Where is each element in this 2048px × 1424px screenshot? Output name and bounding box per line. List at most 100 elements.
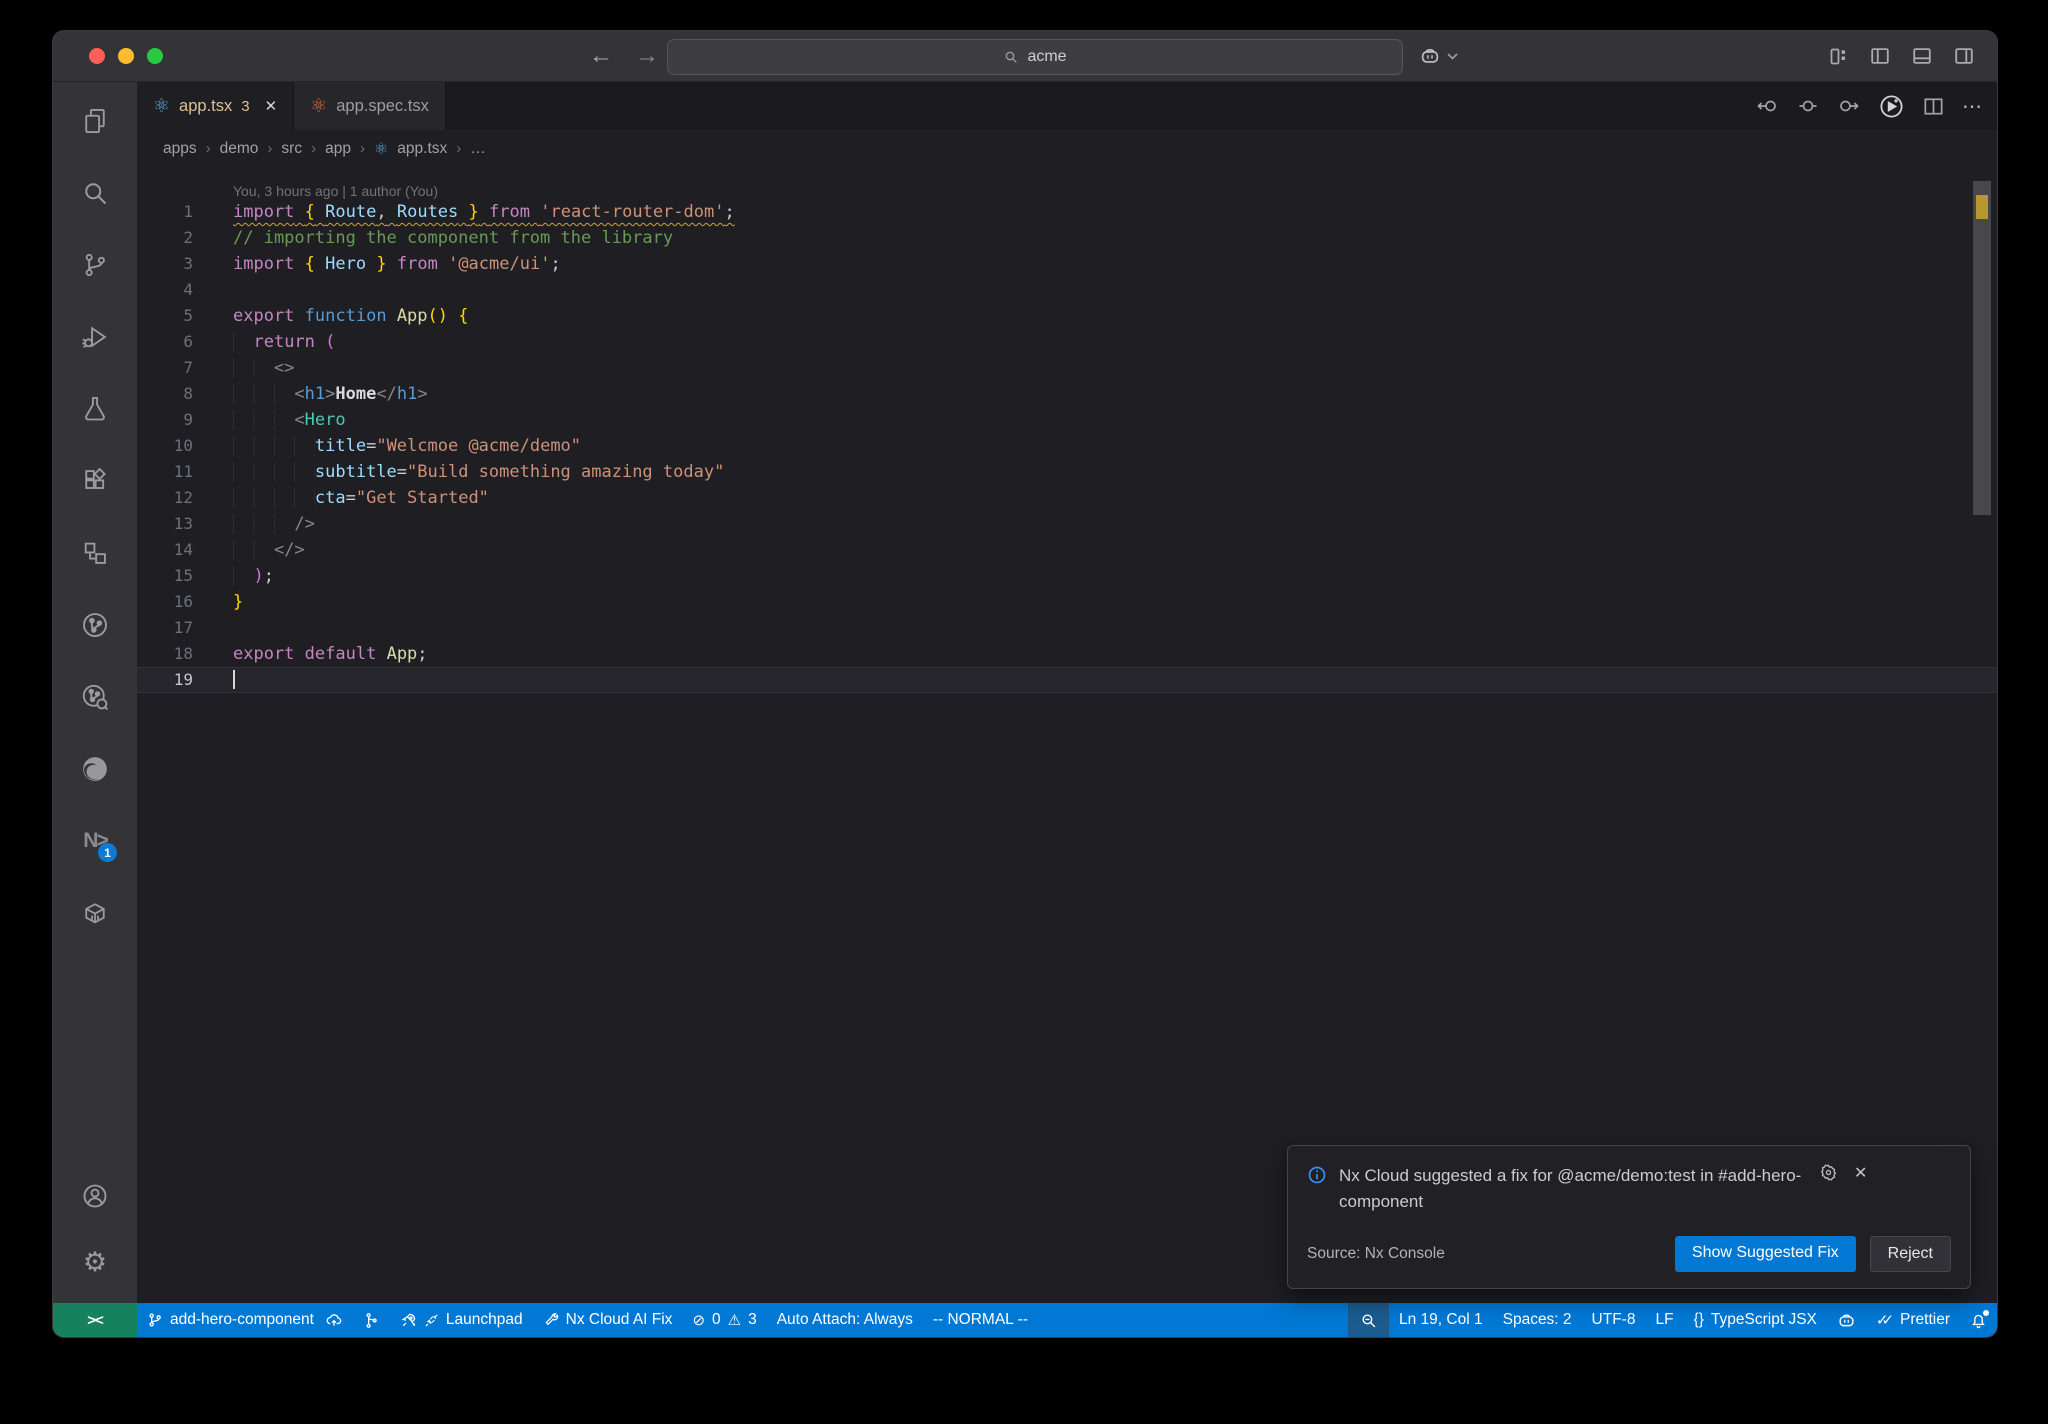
- line-number[interactable]: 19: [137, 667, 193, 693]
- line-number[interactable]: 2: [137, 225, 193, 251]
- line-number[interactable]: 18: [137, 641, 193, 667]
- minimize-window-button[interactable]: [118, 48, 134, 64]
- code-line[interactable]: 7 <>: [137, 355, 1997, 381]
- reject-button[interactable]: Reject: [1869, 1236, 1951, 1272]
- line-number[interactable]: 10: [137, 433, 193, 459]
- customize-layout-icon[interactable]: [1828, 46, 1849, 67]
- history-forward-button[interactable]: →: [635, 42, 659, 70]
- git-branch-item[interactable]: add-hero-component: [137, 1303, 353, 1337]
- code-line[interactable]: 1 import { Route, Routes } from 'react-ro…: [137, 199, 1997, 225]
- split-editor-icon[interactable]: [1922, 95, 1945, 118]
- breadcrumb-item[interactable]: demo: [220, 140, 259, 158]
- breadcrumb-item[interactable]: apps: [163, 140, 197, 158]
- code-line[interactable]: 3 import { Hero } from '@acme/ui';: [137, 251, 1997, 277]
- command-center-search[interactable]: acme: [667, 39, 1403, 75]
- problems-item[interactable]: ⊘ 0 ⚠ 3: [682, 1303, 766, 1337]
- language-mode-item[interactable]: {} TypeScript JSX: [1684, 1303, 1827, 1337]
- close-window-button[interactable]: [89, 48, 105, 64]
- code-line[interactable]: 5 export function App() {: [137, 303, 1997, 329]
- line-number[interactable]: 12: [137, 485, 193, 511]
- maximize-window-button[interactable]: [147, 48, 163, 64]
- code-line[interactable]: 2// importing the component from the lib…: [137, 225, 1997, 251]
- formatter-item[interactable]: ✓✓ Prettier: [1866, 1303, 1960, 1337]
- breadcrumb-item[interactable]: app.tsx: [397, 140, 447, 158]
- toggle-panel-icon[interactable]: [1911, 45, 1933, 67]
- code-line[interactable]: 8 <h1>Home</h1>: [137, 381, 1997, 407]
- toggle-primary-sidebar-icon[interactable]: [1869, 45, 1891, 67]
- tab-app-tsx[interactable]: ⚛ app.tsx 3 ✕: [137, 82, 295, 130]
- toggle-secondary-sidebar-icon[interactable]: [1953, 45, 1975, 67]
- line-number[interactable]: 15: [137, 563, 193, 589]
- code-line[interactable]: 9 <Hero: [137, 407, 1997, 433]
- nav-forward-icon[interactable]: [1837, 94, 1861, 118]
- zoom-indicator-item[interactable]: [1348, 1303, 1390, 1337]
- edge-browser-icon[interactable]: [80, 754, 110, 784]
- code-line[interactable]: 12 cta="Get Started": [137, 485, 1997, 511]
- indentation-item[interactable]: Spaces: 2: [1493, 1303, 1582, 1337]
- line-number[interactable]: 17: [137, 615, 193, 641]
- line-number[interactable]: 8: [137, 381, 193, 407]
- account-icon[interactable]: [80, 1181, 110, 1211]
- close-tab-icon[interactable]: ✕: [265, 97, 278, 115]
- line-number[interactable]: 16: [137, 589, 193, 615]
- show-suggested-fix-button[interactable]: Show Suggested Fix: [1674, 1236, 1856, 1272]
- remote-indicator[interactable]: ><: [53, 1303, 137, 1337]
- line-number[interactable]: 7: [137, 355, 193, 381]
- code-line[interactable]: 19: [137, 667, 1997, 693]
- scrollbar-thumb[interactable]: [1973, 181, 1991, 515]
- notification-close-icon[interactable]: ✕: [1854, 1163, 1867, 1183]
- line-number[interactable]: 3: [137, 251, 193, 277]
- code-line[interactable]: 4: [137, 277, 1997, 303]
- line-number[interactable]: 4: [137, 277, 193, 303]
- eol-item[interactable]: LF: [1645, 1303, 1683, 1337]
- extensions-icon[interactable]: [80, 466, 110, 496]
- nav-back-icon[interactable]: [1755, 94, 1779, 118]
- explorer-icon[interactable]: [80, 106, 110, 136]
- copilot-status-item[interactable]: [1827, 1303, 1866, 1337]
- run-or-debug-icon[interactable]: [1878, 93, 1905, 120]
- testing-icon[interactable]: [80, 394, 110, 424]
- breadcrumb-item[interactable]: src: [281, 140, 302, 158]
- line-number[interactable]: 11: [137, 459, 193, 485]
- notifications-bell-item[interactable]: [1960, 1303, 1997, 1337]
- launchpad-item[interactable]: Launchpad: [390, 1303, 533, 1337]
- run-and-debug-icon[interactable]: [80, 322, 110, 352]
- code-line[interactable]: 18 export default App;: [137, 641, 1997, 667]
- code-line[interactable]: 11 subtitle="Build something amazing tod…: [137, 459, 1997, 485]
- line-number[interactable]: 6: [137, 329, 193, 355]
- commit-graph-item[interactable]: [353, 1303, 390, 1337]
- breadcrumb-item[interactable]: app: [325, 140, 351, 158]
- code-line[interactable]: 13 />: [137, 511, 1997, 537]
- tab-app-spec-tsx[interactable]: ⚛ app.spec.tsx: [294, 82, 446, 130]
- package-icon[interactable]: [80, 898, 110, 928]
- auto-attach-item[interactable]: Auto Attach: Always: [767, 1303, 923, 1337]
- more-actions-icon[interactable]: ⋯: [1962, 94, 1983, 119]
- nx-cloud-ai-fix-item[interactable]: Nx Cloud AI Fix: [533, 1303, 683, 1337]
- line-number[interactable]: 9: [137, 407, 193, 433]
- git-blame-lens[interactable]: You, 3 hours ago | 1 author (You): [137, 175, 1997, 199]
- line-number[interactable]: 13: [137, 511, 193, 537]
- nav-current-icon[interactable]: [1796, 94, 1820, 118]
- code-line[interactable]: 15 );: [137, 563, 1997, 589]
- code-line[interactable]: 17: [137, 615, 1997, 641]
- line-number[interactable]: 1: [137, 199, 193, 225]
- code-line[interactable]: 10 title="Welcmoe @acme/demo": [137, 433, 1997, 459]
- notification-settings-gear-icon[interactable]: [1819, 1163, 1838, 1183]
- search-sidebar-icon[interactable]: [80, 178, 110, 208]
- code-line[interactable]: 16}: [137, 589, 1997, 615]
- settings-gear-icon[interactable]: ⚙: [80, 1247, 110, 1277]
- history-back-button[interactable]: ←: [589, 42, 613, 70]
- source-control-icon[interactable]: [80, 250, 110, 280]
- encoding-item[interactable]: UTF-8: [1582, 1303, 1646, 1337]
- line-number[interactable]: 14: [137, 537, 193, 563]
- nx-targets-icon[interactable]: [80, 610, 110, 640]
- copilot-menu[interactable]: [1419, 31, 1458, 81]
- breadcrumb-item[interactable]: …: [470, 140, 486, 158]
- project-structure-icon[interactable]: [80, 538, 110, 568]
- nx-console-icon[interactable]: N> 1: [80, 826, 117, 862]
- code-line[interactable]: 6 return (: [137, 329, 1997, 355]
- code-line[interactable]: 14 </>: [137, 537, 1997, 563]
- cursor-position-item[interactable]: Ln 19, Col 1: [1389, 1303, 1493, 1337]
- vim-mode-item[interactable]: -- NORMAL --: [923, 1303, 1038, 1337]
- code-editor[interactable]: You, 3 hours ago | 1 author (You) 1 impor…: [137, 167, 1997, 1303]
